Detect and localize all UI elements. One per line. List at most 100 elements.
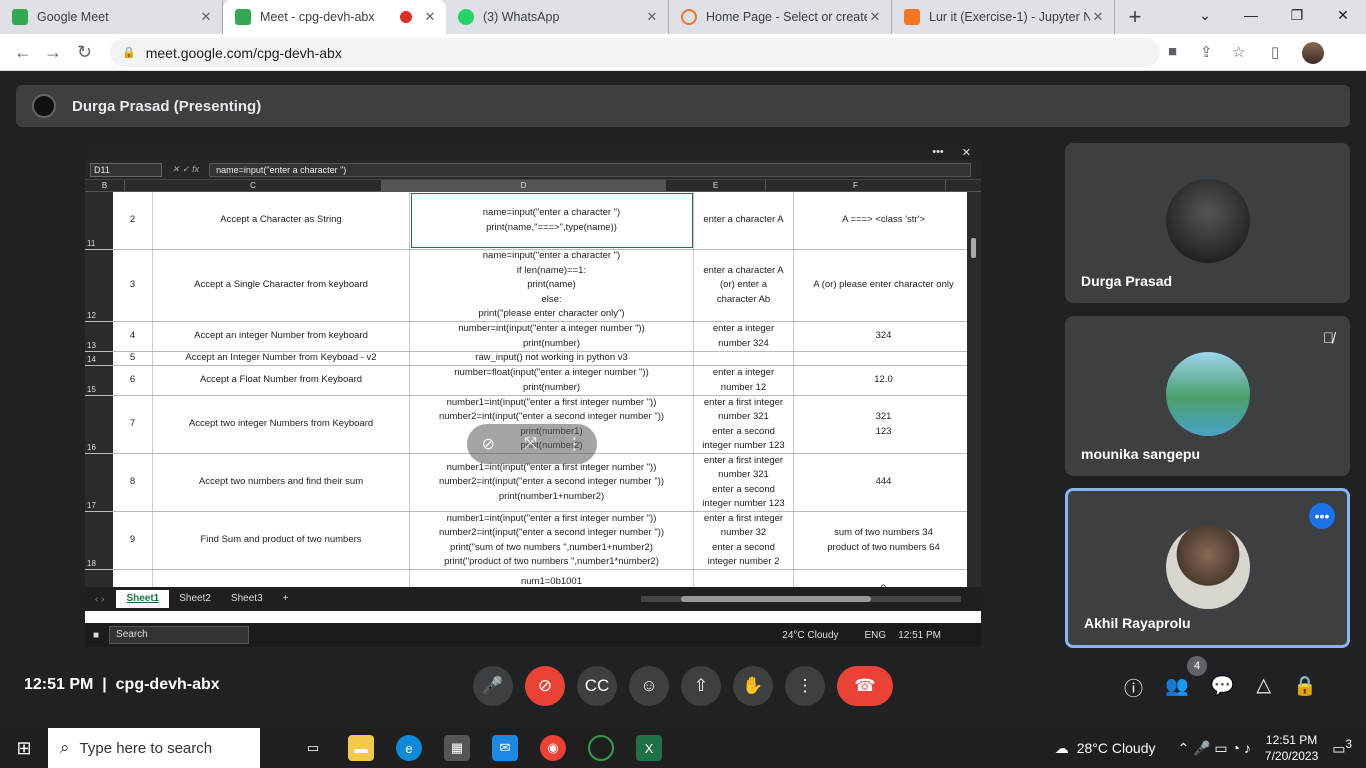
more-vert-icon[interactable]: ⋮ [566,434,582,454]
cell-description[interactable]: Accept two integer Numbers from Keyboard [153,396,410,453]
raise-hand-button[interactable]: ✋ [733,666,773,706]
cell-input[interactable]: enter a character A [694,192,794,249]
taskbar-clock[interactable]: 12:51 PM 7/20/2023 [1265,732,1318,764]
column-header-f[interactable]: F [766,180,946,191]
sheet-tab-3[interactable]: Sheet3 [221,590,273,608]
close-tab-icon[interactable]: ✕ [422,9,438,25]
sheet-nav-arrows[interactable]: ‹ › [95,594,104,605]
cell-number[interactable]: 7 [113,396,153,453]
cell-output[interactable]: A ===> <class 'str'> [794,192,974,249]
cell-description[interactable]: Accept an Integer Number from Keyboad - … [153,352,410,365]
bookmark-star-icon[interactable]: ☆ [1232,43,1245,61]
cell-number[interactable]: 2 [113,192,153,249]
sheet-tab-2[interactable]: Sheet2 [169,590,221,608]
cell-output[interactable]: 444 [794,454,974,511]
store-icon[interactable]: ▦ [444,735,470,761]
tab-home-page[interactable]: Home Page - Select or create ✕ [669,0,892,34]
participant-tile-mounika[interactable]: 🎙̸ mounika sangepu [1065,316,1350,476]
host-controls-icon[interactable]: 🔒 [1293,674,1317,701]
new-tab-button[interactable]: + [1115,0,1155,34]
cell-number[interactable]: 8 [113,454,153,511]
close-window-button[interactable]: ✕ [1320,0,1366,30]
chat-icon[interactable]: 💬 [1211,674,1235,701]
name-box[interactable]: D11 [90,162,162,177]
task-view-icon[interactable]: ▭ [300,735,326,761]
excel-icon[interactable]: X [636,735,662,761]
cell-code[interactable]: num1=0b1001 num2=0o1324 [410,570,694,587]
cell-output[interactable]: 321 123 [794,396,974,453]
file-explorer-icon[interactable]: ▬ [348,735,374,761]
cell-output[interactable]: 12.0 [794,366,974,395]
cell-output[interactable]: sum of two numbers 34 product of two num… [794,512,974,569]
leave-call-button[interactable]: ☎ [837,666,893,706]
cell-input[interactable]: enter a character A (or) enter a charact… [694,250,794,321]
more-options-button[interactable]: ⋮ [785,666,825,706]
people-icon[interactable]: 👥 [1165,674,1189,701]
horizontal-scrollbar[interactable] [641,596,961,602]
cell-description[interactable]: Accept an integer Number from keyboard [153,322,410,351]
cell-code[interactable]: number1=int(input("enter a first integer… [410,512,694,569]
column-header-c[interactable]: C [125,180,382,191]
reload-icon[interactable]: ↻ [77,42,92,63]
cell-number[interactable]: 6 [113,366,153,395]
cell-output[interactable]: 324 [794,322,974,351]
taskbar-search[interactable]: ⌕ Type here to search [48,728,260,768]
close-tab-icon[interactable]: ✕ [1090,9,1106,25]
cell-input[interactable]: enter a first integer number 321 enter a… [694,454,794,511]
tab-jupyter[interactable]: Lur it (Exercise-1) - Jupyter N ✕ [892,0,1115,34]
cell-description[interactable]: Accept a Single Character from keyboard [153,250,410,321]
close-tab-icon[interactable]: ✕ [198,9,214,25]
cell-code[interactable]: name=input("enter a character ") print(n… [410,192,694,249]
notifications-icon[interactable]: ▭3 [1332,738,1352,758]
column-header-d[interactable]: D [382,180,666,191]
cell-input[interactable]: enter a integer number 12 [694,366,794,395]
captions-button[interactable]: CC [577,666,617,706]
more-options-icon[interactable]: ••• [932,146,944,158]
mail-icon[interactable]: ✉ [492,735,518,761]
formula-input[interactable]: name=input("enter a character ") [209,162,971,177]
close-icon[interactable]: ✕ [962,146,971,159]
emoji-button[interactable]: ☺ [629,666,669,706]
cell-input[interactable] [694,570,794,587]
chrome-icon[interactable]: ◉ [540,735,566,761]
participant-tile-durga[interactable]: Durga Prasad [1065,143,1350,303]
side-panel-icon[interactable]: ▯ [1271,43,1279,61]
cell-number[interactable]: 5 [113,352,153,365]
fullscreen-off-icon[interactable]: ⤧ [524,435,537,453]
edge-icon[interactable]: e [396,735,422,761]
more-options-icon[interactable]: ••• [1309,503,1335,529]
back-icon[interactable]: ← [14,42,32,63]
close-tab-icon[interactable]: ✕ [644,9,660,25]
cell-output[interactable] [794,352,974,365]
tray-icons[interactable]: ⌃ 🎤 ▭ ◔ ♪ [1177,740,1250,757]
meeting-details-icon[interactable]: ⓘ [1124,674,1143,701]
camera-off-button[interactable]: ⊘ [525,666,565,706]
cell-code[interactable]: name=input("enter a character ") if len(… [410,250,694,321]
url-field[interactable]: 🔒 meet.google.com/cpg-devh-abx [110,38,1160,67]
add-sheet-button[interactable]: + [273,590,299,608]
vertical-scrollbar[interactable] [967,192,981,587]
sheet-tab-1[interactable]: Sheet1 [116,590,170,608]
cell-description[interactable]: Accept a Float Number from Keyboard [153,366,410,395]
tab-meet-active[interactable]: Meet - cpg-devh-abx ✕ [223,0,446,34]
cell-number[interactable]: 3 [113,250,153,321]
tab-search-icon[interactable]: ⌄ [1182,0,1228,30]
unpin-icon[interactable]: ⊘ [482,434,495,454]
jupyter-app-icon[interactable] [588,735,614,761]
maximize-button[interactable]: ❐ [1274,0,1320,30]
mic-button[interactable]: 🎤 [473,666,513,706]
cell-code[interactable]: raw_input() not working in python v3 [410,352,694,365]
cell-description[interactable]: Accept a Character as String [153,192,410,249]
scroll-thumb[interactable] [971,238,976,258]
cell-description[interactable] [153,570,410,587]
tab-google-meet[interactable]: Google Meet ✕ [0,0,223,34]
column-header-b[interactable]: B [85,180,125,191]
close-tab-icon[interactable]: ✕ [867,9,883,25]
camera-icon[interactable]: ■ [1168,43,1177,60]
profile-avatar[interactable] [1302,42,1324,64]
cell-output[interactable]: 9 [794,570,974,587]
present-button[interactable]: ⇧ [681,666,721,706]
windows-start-icon[interactable]: ⊞ [0,728,48,768]
participant-tile-akhil[interactable]: ••• Akhil Rayaprolu [1065,488,1350,648]
cell-number[interactable]: 4 [113,322,153,351]
